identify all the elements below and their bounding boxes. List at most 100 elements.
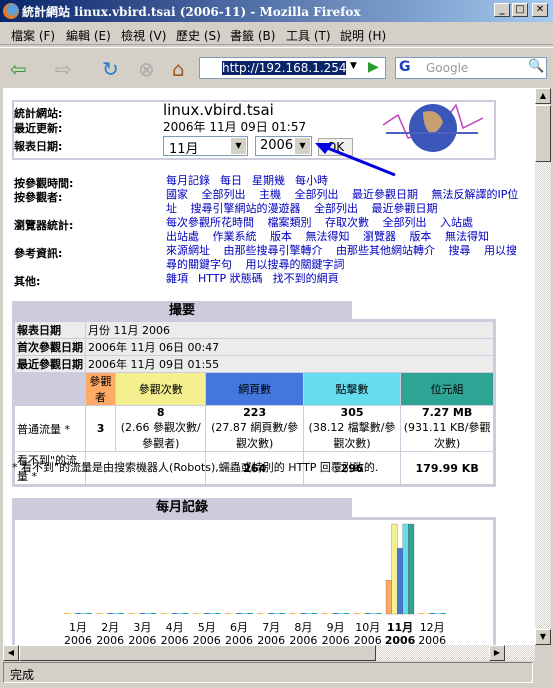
link[interactable]: 全部列出 [314,202,358,215]
row-value: 2006年 11月 06日 00:47 [85,338,495,356]
link[interactable]: 國家 [166,188,188,201]
bar-8月-2006-s3 [306,613,312,614]
scroll-left-icon[interactable]: ◀ [3,645,19,661]
link[interactable]: 由那些搜尋引擎轉介 [224,244,323,257]
menu-tools[interactable]: 工具 (T) [286,27,331,44]
menu-history[interactable]: 歷史 (S) [176,27,221,44]
vertical-scrollbar[interactable]: ▲ ▼ [535,88,551,645]
monthly-chart: 1月20062月20063月20064月20065月20066月20067月20… [64,523,447,645]
link[interactable]: 搜尋 [449,244,471,257]
link[interactable]: 作業系統 [213,230,257,243]
bar-4月-2006-s2 [171,613,178,614]
nav-label-visitors: 按參觀者: [14,191,63,204]
menu-file[interactable]: 檔案 (F) [11,27,55,44]
updated-value: 2006年 11月 09日 01:57 [163,120,307,134]
scroll-thumb[interactable] [19,645,376,661]
col-hits: 點擊數 [302,372,402,406]
search-box[interactable]: G Google 🔍 [395,57,547,79]
search-icon[interactable]: 🔍 [528,59,544,74]
url-text[interactable]: http://192.168.1.254/awstat [222,61,346,75]
link[interactable]: 版本 [270,230,292,243]
scroll-down-icon[interactable]: ▼ [535,629,551,645]
link[interactable]: 雜項 [166,272,188,285]
normal-traffic-label: 普通流量 * [13,405,86,452]
menu-view[interactable]: 檢視 (V) [121,27,166,44]
nav-label-browsers: 瀏覽器統計: [14,219,74,232]
bar-3月-2006-s3 [145,613,151,614]
link-hourly[interactable]: 每小時 [295,174,328,187]
home-icon[interactable]: ⌂ [172,57,185,81]
link[interactable]: 入站處 [440,216,473,229]
forward-icon[interactable]: ⇨ [55,57,72,81]
link[interactable]: 來源網址 [166,244,210,257]
year-select[interactable]: 2006 ▼ [255,136,312,156]
menu-edit[interactable]: 編輯 (E) [66,27,111,44]
bar-1月-2006-s3 [80,613,87,614]
link-weekday[interactable]: 星期幾 [252,174,285,187]
link[interactable]: 用以搜尋的關鍵字詞 [246,258,345,271]
chevron-down-icon[interactable]: ▼ [231,138,246,154]
link-daily[interactable]: 每日 [220,174,242,187]
google-icon[interactable]: G [399,59,411,75]
link[interactable]: 無法得知 [445,230,489,243]
bar-9月-2006-s0 [321,613,328,614]
bar-7月-2006-s0 [257,613,263,614]
scroll-up-icon[interactable]: ▲ [535,88,551,104]
link[interactable]: 存取次數 [325,216,369,229]
bar-11月-2006-s3 [402,523,409,615]
go-icon[interactable]: ▶ [368,59,379,75]
bar-12月-2006-s4 [440,613,447,614]
link[interactable]: 主機 [259,188,281,201]
tick-label-year: 2006 [257,634,285,645]
link[interactable]: 由那些其他網站轉介 [336,244,435,257]
link[interactable]: 版本 [410,230,432,243]
link[interactable]: 找不到的網頁 [273,272,339,285]
summary-title: 撮要 [12,301,352,320]
chevron-down-icon[interactable]: ▼ [295,138,310,154]
link[interactable]: 全部列出 [202,188,246,201]
firefox-icon [3,3,19,19]
row-value: 2006年 11月 09日 01:55 [85,355,495,373]
stop-icon[interactable]: ⊗ [138,57,155,81]
nav-links-time: 每月記錄 每日 星期幾 每小時 [166,174,526,188]
close-button[interactable]: ✕ [532,3,548,17]
maximize-button[interactable]: □ [512,3,528,17]
row-value: 月份 11月 2006 [85,320,495,339]
bar-10月-2006-s4 [376,613,382,614]
scroll-thumb[interactable] [535,105,551,162]
tick-label-year: 2006 [128,634,156,645]
link[interactable]: 最近參觀日期 [372,202,438,215]
bar-7月-2006-s3 [274,613,280,614]
link[interactable]: 無法得知 [306,230,350,243]
minimize-button[interactable]: _ [494,3,510,17]
menu-bookmarks[interactable]: 書籤 (B) [230,27,275,44]
bar-7月-2006-s4 [279,613,286,614]
link[interactable]: HTTP 狀態碼 [198,272,263,285]
link[interactable]: 最近參觀日期 [352,188,418,201]
period-label: 報表日期: [14,140,63,153]
dropdown-icon[interactable]: ▼ [350,61,357,71]
link[interactable]: 瀏覽器 [363,230,396,243]
hits-ratio: (38.12 檔擊數/參觀次數) [308,421,396,450]
site-label: 統計網站: [14,107,63,120]
menu-help[interactable]: 說明 (H) [340,27,386,44]
link[interactable]: 每次參觀所花時間 [166,216,254,229]
bar-6月-2006-s0 [225,613,231,614]
visitors-value: 3 [96,422,105,435]
link[interactable]: 全部列出 [383,216,427,229]
link[interactable]: 檔案類別 [268,216,312,229]
title-bar: 統計網站 linux.vbird.tsai (2006-11) - Mozill… [0,0,553,22]
horizontal-scrollbar[interactable]: ◀ ▶ [3,645,535,661]
link[interactable]: 全部列出 [295,188,339,201]
search-input[interactable]: Google [426,61,468,75]
url-field[interactable]: http://192.168.1.254/awstat ▼ ▶ [199,57,386,79]
bar-12月-2006-s3 [435,613,441,614]
back-icon[interactable]: ⇦ [10,57,27,81]
scroll-right-icon[interactable]: ▶ [489,645,505,661]
reload-icon[interactable]: ↻ [102,57,119,81]
link-monthly[interactable]: 每月記錄 [166,174,210,187]
link[interactable]: 出站處 [166,230,199,243]
tick-label-year: 2006 [161,634,189,645]
month-select[interactable]: 11月 ▼ [163,136,248,157]
link[interactable]: 搜尋引擎網站的漫遊器 [191,202,301,215]
